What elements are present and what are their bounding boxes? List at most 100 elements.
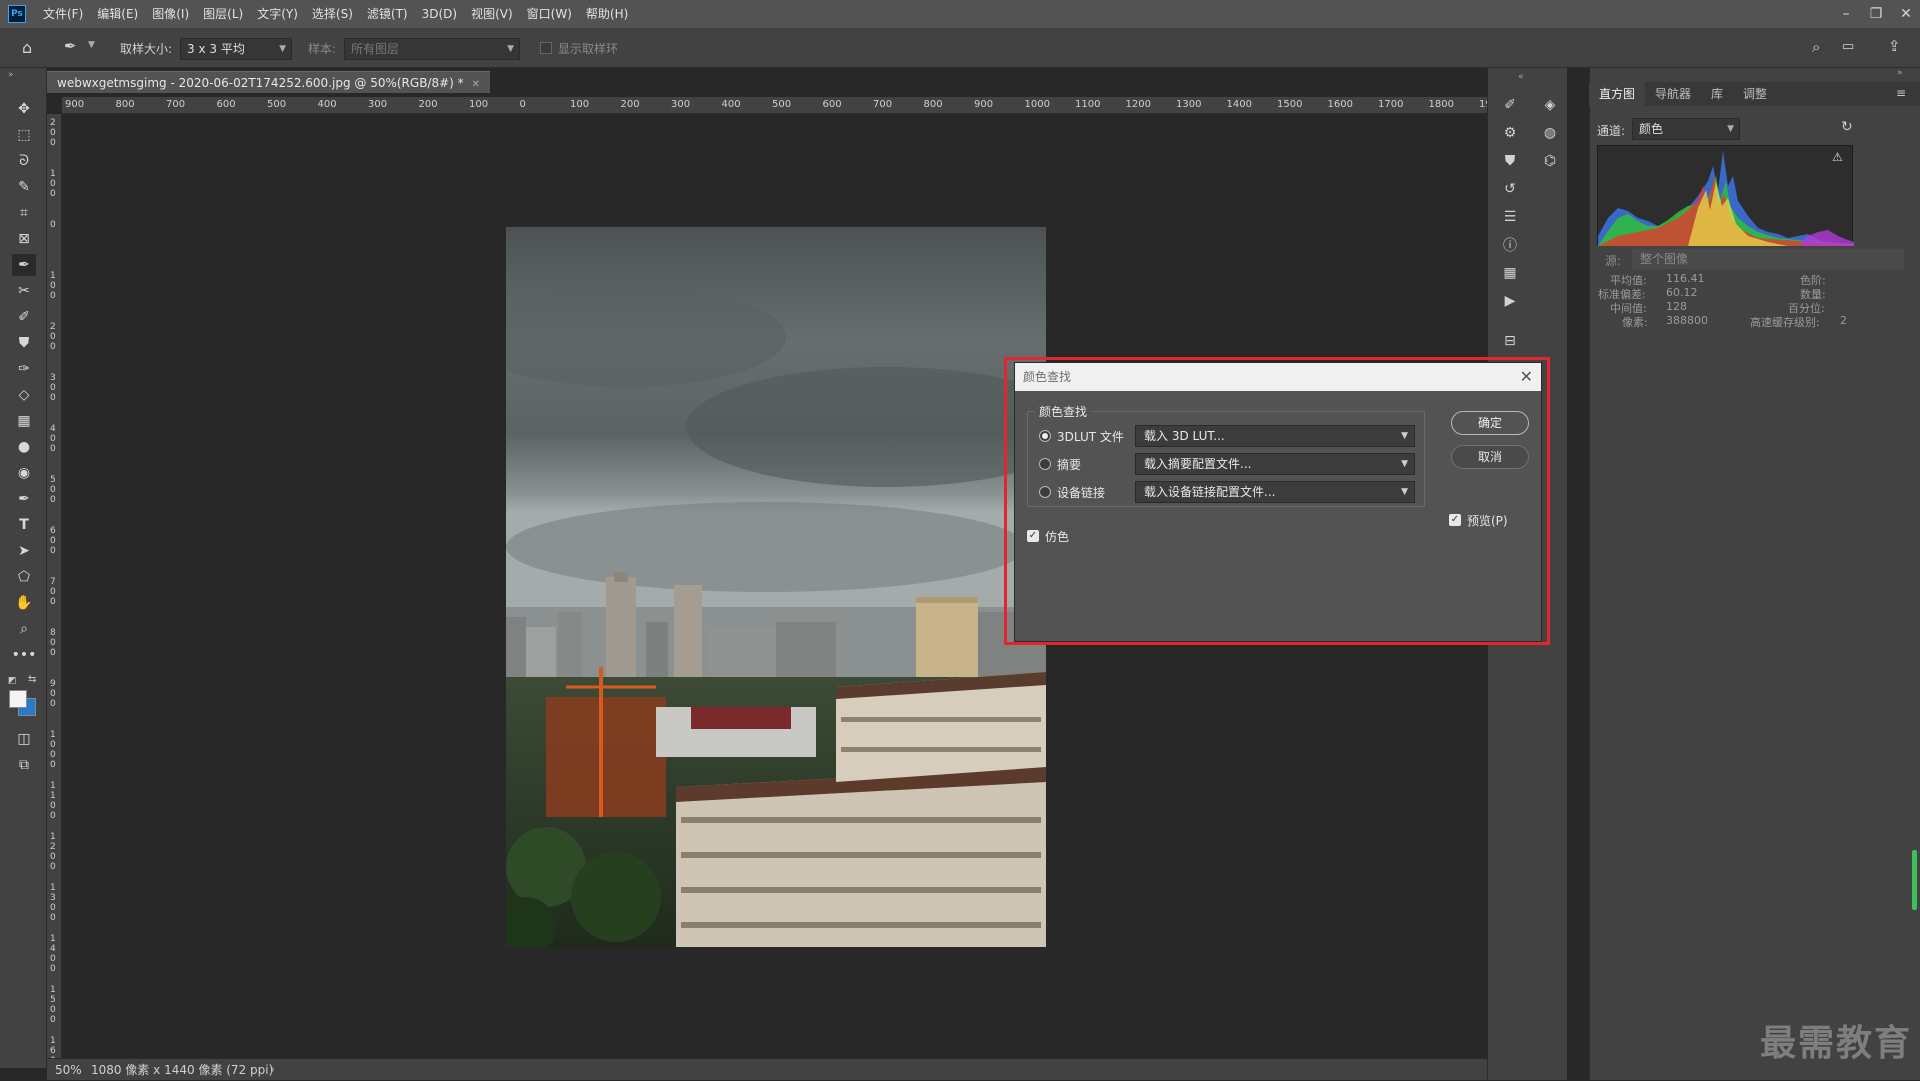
home-icon[interactable]: ⌂ [22,38,32,57]
restore-icon[interactable]: ❐ [1862,0,1890,28]
hand-tool-icon[interactable]: ✋ [12,592,36,614]
document-tab[interactable]: webwxgetmsgimg - 2020-06-02T174252.600.j… [47,71,490,93]
foreground-color-swatch[interactable] [9,690,27,708]
sample-select[interactable]: 所有图层▼ [344,38,520,60]
chevron-down-icon[interactable]: ▼ [88,40,95,50]
history-icon[interactable]: ↺ [1498,178,1522,200]
pen-tool-icon[interactable]: ✒ [12,488,36,510]
gradient-tool-icon[interactable]: ▦ [12,410,36,432]
document-info[interactable]: 1080 像素 x 1440 像素 (72 ppi) [91,1059,273,1081]
eyedropper-tool-icon[interactable]: ✒ [12,254,36,276]
refresh-icon[interactable]: ↻ [1841,119,1853,135]
menu-filter[interactable]: 滤镜(T) [360,0,415,28]
blur-tool-icon[interactable]: ● [12,436,36,458]
collapse-icon[interactable]: » [8,70,14,80]
menu-help[interactable]: 帮助(H) [579,0,635,28]
menu-window[interactable]: 窗口(W) [520,0,579,28]
dodge-tool-icon[interactable]: ◉ [12,462,36,484]
zoom-tool-icon[interactable]: ⌕ [12,618,36,640]
adjust-icon[interactable]: ⚙ [1498,122,1522,144]
watermark: 最需教育 [1760,1014,1912,1066]
move-tool-icon[interactable]: ✥ [12,98,36,120]
healing-brush-tool-icon[interactable]: ✂ [12,280,36,302]
search-icon[interactable]: ⌕ [1812,38,1820,56]
actions-play-icon[interactable]: ▶ [1498,290,1522,312]
tab-adjustments[interactable]: 调整 [1733,82,1777,106]
type-tool-icon[interactable]: T [12,514,36,536]
menu-edit[interactable]: 编辑(E) [90,0,145,28]
clone-source-icon[interactable]: ⛊ [1498,150,1522,172]
select-device-link[interactable]: 载入设备链接配置文件...▼ [1135,481,1415,503]
close-tab-icon[interactable]: ✕ [472,79,480,90]
swatches-icon[interactable]: ▦ [1498,262,1522,284]
shape-tool-icon[interactable]: ⬠ [12,566,36,588]
menu-3d[interactable]: 3D(D) [415,0,464,28]
sample-size-select[interactable]: 3 x 3 平均▼ [180,38,292,60]
screen-mode-icon[interactable]: ⧉ [12,754,36,776]
tab-histogram[interactable]: 直方图 [1589,82,1645,106]
brush-settings-icon[interactable]: ✐ [1498,94,1522,116]
cancel-button[interactable]: 取消 [1451,445,1529,469]
paths-icon[interactable]: ⌬ [1538,150,1562,172]
info-icon[interactable]: ⓘ [1498,234,1522,256]
brush-tool-icon[interactable]: ✐ [12,306,36,328]
show-ring-checkbox[interactable] [540,42,552,54]
properties-icon[interactable]: ☰ [1498,206,1522,228]
swap-colors-icon[interactable]: ⇆ [28,674,36,685]
more-tools-icon[interactable]: ••• [12,644,36,666]
layer-comps-icon[interactable]: ⊟ [1498,330,1522,352]
preview-checkbox[interactable]: ✓ [1449,514,1461,526]
channel-select[interactable]: 颜色▼ [1632,118,1740,140]
ruler-tick-label: 1300 [1176,99,1201,110]
select-3dlut[interactable]: 载入 3D LUT...▼ [1135,425,1415,447]
ruler-tick-label: 1100 [1075,99,1100,110]
menu-view[interactable]: 视图(V) [464,0,520,28]
menu-type[interactable]: 文字(Y) [250,0,305,28]
workspace-icon[interactable]: ▭ [1842,39,1854,54]
eyedropper-preset-icon[interactable]: ✒ [64,37,77,55]
warning-icon[interactable]: ⚠ [1832,150,1843,164]
ruler-tick-label: 800 [116,99,135,110]
collapse-icon[interactable]: » [1897,68,1903,78]
ok-button[interactable]: 确定 [1451,411,1529,435]
dither-checkbox[interactable]: ✓ [1027,530,1039,542]
dialog-title-bar[interactable]: 颜色查找 ✕ [1015,363,1541,391]
frame-tool-icon[interactable]: ⊠ [12,228,36,250]
tab-navigator[interactable]: 导航器 [1645,82,1701,106]
zoom-level[interactable]: 50% [55,1059,82,1081]
lasso-tool-icon[interactable]: ᘐ [12,150,36,172]
marquee-tool-icon[interactable]: ⬚ [12,124,36,146]
source-select[interactable]: 整个图像 [1632,249,1904,269]
share-icon[interactable]: ⇪ [1888,37,1901,55]
path-select-tool-icon[interactable]: ➤ [12,540,36,562]
close-window-icon[interactable]: ✕ [1892,0,1920,28]
menu-select[interactable]: 选择(S) [305,0,360,28]
radio-device-link[interactable] [1039,486,1051,498]
crop-tool-icon[interactable]: ⌗ [12,202,36,224]
quick-mask-icon[interactable]: ◫ [12,728,36,750]
eraser-tool-icon[interactable]: ◇ [12,384,36,406]
select-abstract[interactable]: 载入摘要配置文件...▼ [1135,453,1415,475]
dialog-title: 颜色查找 [1023,370,1071,384]
ruler-tick-label: 1600 [1328,99,1353,110]
radio-3dlut[interactable] [1039,430,1051,442]
history-brush-tool-icon[interactable]: ✑ [12,358,36,380]
ruler-tick-label: 1100 [50,781,58,821]
menu-file[interactable]: 文件(F) [36,0,90,28]
scroll-indicator[interactable] [1912,850,1917,910]
menu-image[interactable]: 图像(I) [145,0,196,28]
stamp-tool-icon[interactable]: ⛊ [12,332,36,354]
minimize-icon[interactable]: – [1832,0,1860,28]
collapse-icon[interactable]: « [1518,72,1524,82]
close-icon[interactable]: ✕ [1520,363,1533,391]
radio-abstract[interactable] [1039,458,1051,470]
menu-layer[interactable]: 图层(L) [196,0,250,28]
default-colors-icon[interactable]: ◩ [8,676,17,686]
tab-library[interactable]: 库 [1701,82,1733,106]
document-image[interactable] [506,227,1046,947]
channels-icon[interactable]: ◍ [1538,122,1562,144]
quick-select-tool-icon[interactable]: ✎ [12,176,36,198]
layers-icon[interactable]: ◈ [1538,94,1562,116]
chevron-right-icon[interactable]: 〉 [269,1059,281,1081]
panel-menu-icon[interactable]: ≡ [1896,86,1906,100]
